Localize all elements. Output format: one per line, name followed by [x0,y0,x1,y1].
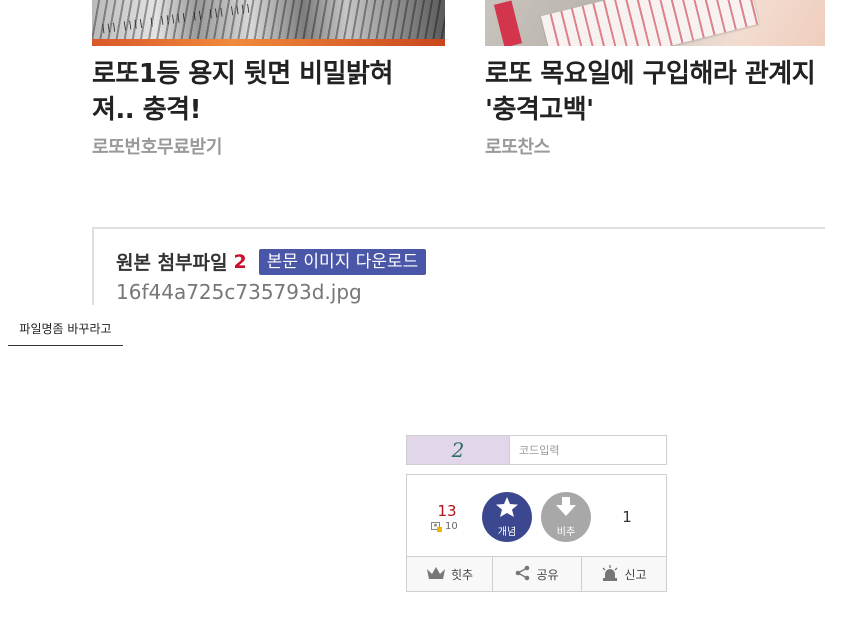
hit-label: 힛추 [450,567,474,582]
article-title-line: '충격고백' [485,95,594,125]
article-source[interactable]: 로또찬스 [485,133,550,159]
share-button[interactable]: 공유 [492,557,581,591]
report-button[interactable]: 신고 [581,557,666,591]
article-title-link[interactable]: 로또1등 용지 뒷면 비밀밝혀 져.. 충격! [92,56,445,128]
image-download-button[interactable]: 본문 이미지 다운로드 [258,248,427,275]
share-label: 공유 [536,567,559,582]
vote-footer: 힛추 공유 신고 [407,556,666,591]
ticket-band [493,0,523,46]
downvote-button[interactable]: 비추 [541,492,591,542]
recommend-box: 13 10 개념 비추 1 힛추 공유 신고 [406,474,667,592]
star-icon [495,496,519,522]
ticket-edge [92,39,445,46]
article-title-link[interactable]: 로또 목요일에 구입해라 관계지 '충격고백' [485,56,825,128]
recommend-button[interactable]: 개념 [482,492,532,542]
captcha-row: 2 [406,435,667,465]
downvote-count: 1 [622,508,632,526]
attachment-box: 원본 첨부파일 2 본문 이미지 다운로드 16f44a725c735793d.… [92,227,832,305]
downvote-label: 비추 [556,527,576,538]
viewport-edge [825,0,843,305]
attachment-header: 원본 첨부파일 2 본문 이미지 다운로드 [116,248,427,275]
article-thumbnail[interactable] [485,0,825,46]
captcha-code-input[interactable] [509,436,666,464]
lottery-ticket-graphic [540,0,760,46]
recommend-label: 개념 [497,527,517,538]
hit-recommend-button[interactable]: 힛추 [407,557,492,591]
captcha-image: 2 [407,436,509,464]
arrow-down-icon [555,496,577,522]
fixed-recommend-count: 10 [431,521,458,532]
attachment-filename-link[interactable]: 16f44a725c735793d.jpg [116,280,362,304]
barcode-graphic: ||| |||| | ||||| || ||| |||| [100,3,252,35]
share-icon [515,565,531,584]
siren-icon [601,564,619,584]
article-title-line: 로또 목요일에 구입해라 관계지 [485,59,816,89]
article-thumbnail[interactable]: ||| |||| | ||||| || ||| |||| [92,0,445,46]
attachment-label: 원본 첨부파일 [116,252,228,274]
recommend-count: 13 [437,502,457,520]
fixed-user-icon [431,521,442,532]
crown-icon [426,566,446,583]
article-source[interactable]: 로또번호무료받기 [92,133,222,159]
fixed-count-value: 10 [445,521,458,532]
article-title-line: 로또1등 용지 뒷면 비밀밝혀 [92,59,393,89]
attachment-count: 2 [233,250,247,273]
comment-text: 파일명좀 바꾸라고 [8,319,123,346]
report-label: 신고 [624,567,647,582]
article-title-line: 져.. 충격! [92,95,201,125]
